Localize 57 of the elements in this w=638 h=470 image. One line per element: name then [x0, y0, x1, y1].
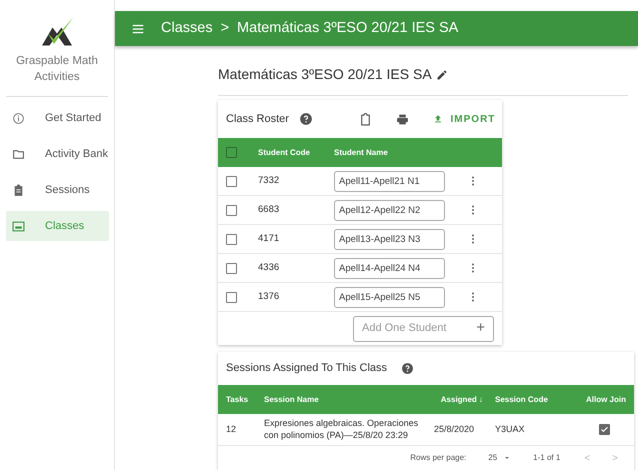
student-name-field[interactable]: Apell15-Apell25 N5: [334, 286, 445, 308]
student-code: 6683: [258, 202, 280, 217]
row-checkbox[interactable]: [226, 176, 237, 186]
folder-icon: [12, 148, 25, 161]
column-header: Student Name: [334, 146, 388, 158]
rows-per-page-select[interactable]: 25: [488, 452, 512, 464]
allow-join-checkbox[interactable]: [599, 424, 610, 435]
rows-per-page-label: Rows per page:: [410, 452, 466, 464]
column-header: Session Code: [495, 394, 549, 406]
student-name-field[interactable]: Apell13-Apell23 N3: [334, 228, 445, 250]
roster-title: Class Roster: [226, 112, 289, 127]
check-icon: [600, 425, 609, 434]
sidebar-item[interactable]: Sessions: [6, 175, 109, 206]
student-code: 1376: [258, 290, 280, 304]
help-icon: [401, 362, 414, 375]
page-range: 1-1 of 1: [533, 452, 560, 464]
sidebar-item[interactable]: Get Started: [6, 103, 109, 134]
student-name-field[interactable]: Apell14-Apell24 N4: [334, 258, 445, 278]
student-name-field[interactable]: Apell11-Apell21 N1: [334, 170, 445, 192]
breadcrumb-link[interactable]: Classes: [161, 18, 213, 40]
caret-icon: [503, 454, 512, 462]
add-student-field[interactable]: Add One Student +: [353, 316, 494, 342]
edit-button[interactable]: [436, 68, 448, 80]
student-code: 4336: [258, 260, 280, 275]
sessions-title: Sessions Assigned To This Class: [226, 361, 388, 376]
info-icon: [12, 112, 25, 125]
student-name-field[interactable]: Apell12-Apell22 N2: [334, 200, 445, 220]
clipboard-icon: [12, 184, 25, 197]
select-all-checkbox[interactable]: [226, 147, 237, 158]
table-cell-text: Y3UAX: [495, 422, 526, 436]
print-button[interactable]: [396, 112, 409, 126]
presentation-icon: [12, 220, 25, 233]
help-icon: [298, 112, 313, 126]
column-header: Allow Join: [585, 394, 626, 406]
column-header: Student Code: [258, 146, 311, 158]
row-checkbox[interactable]: [226, 292, 237, 302]
printer-icon: [396, 112, 409, 126]
table-cell-text: 12: [226, 422, 238, 436]
row-checkbox[interactable]: [226, 234, 237, 244]
student-code: 7332: [258, 174, 280, 188]
session-name: Expresiones algebraicas. Operaciones con polinomios (PA)—25/8/20 23:29: [264, 418, 420, 441]
sidebar-item[interactable]: Activity Bank: [6, 139, 109, 170]
breadcrumb-separator: >: [220, 18, 230, 38]
app-name: Graspable Math Activities: [15, 54, 99, 85]
clipboard-icon: [358, 112, 372, 126]
row-checkbox[interactable]: [226, 262, 237, 274]
copy-button[interactable]: [358, 112, 372, 126]
row-checkbox[interactable]: [226, 204, 237, 216]
column-header: Tasks: [226, 394, 250, 406]
column-header: Assigned ↓: [440, 394, 484, 406]
pencil-icon: [436, 68, 448, 80]
class-title: Matemáticas 3ºESO 20/21 IES SA: [218, 65, 432, 84]
column-header: Session Name: [264, 394, 320, 406]
table-cell-text: 25/8/2020: [434, 422, 476, 436]
upload-icon: [432, 114, 443, 124]
student-code: 4171: [258, 232, 280, 246]
breadcrumb-current: Matemáticas 3ºESO 20/21 IES SA: [237, 18, 458, 38]
